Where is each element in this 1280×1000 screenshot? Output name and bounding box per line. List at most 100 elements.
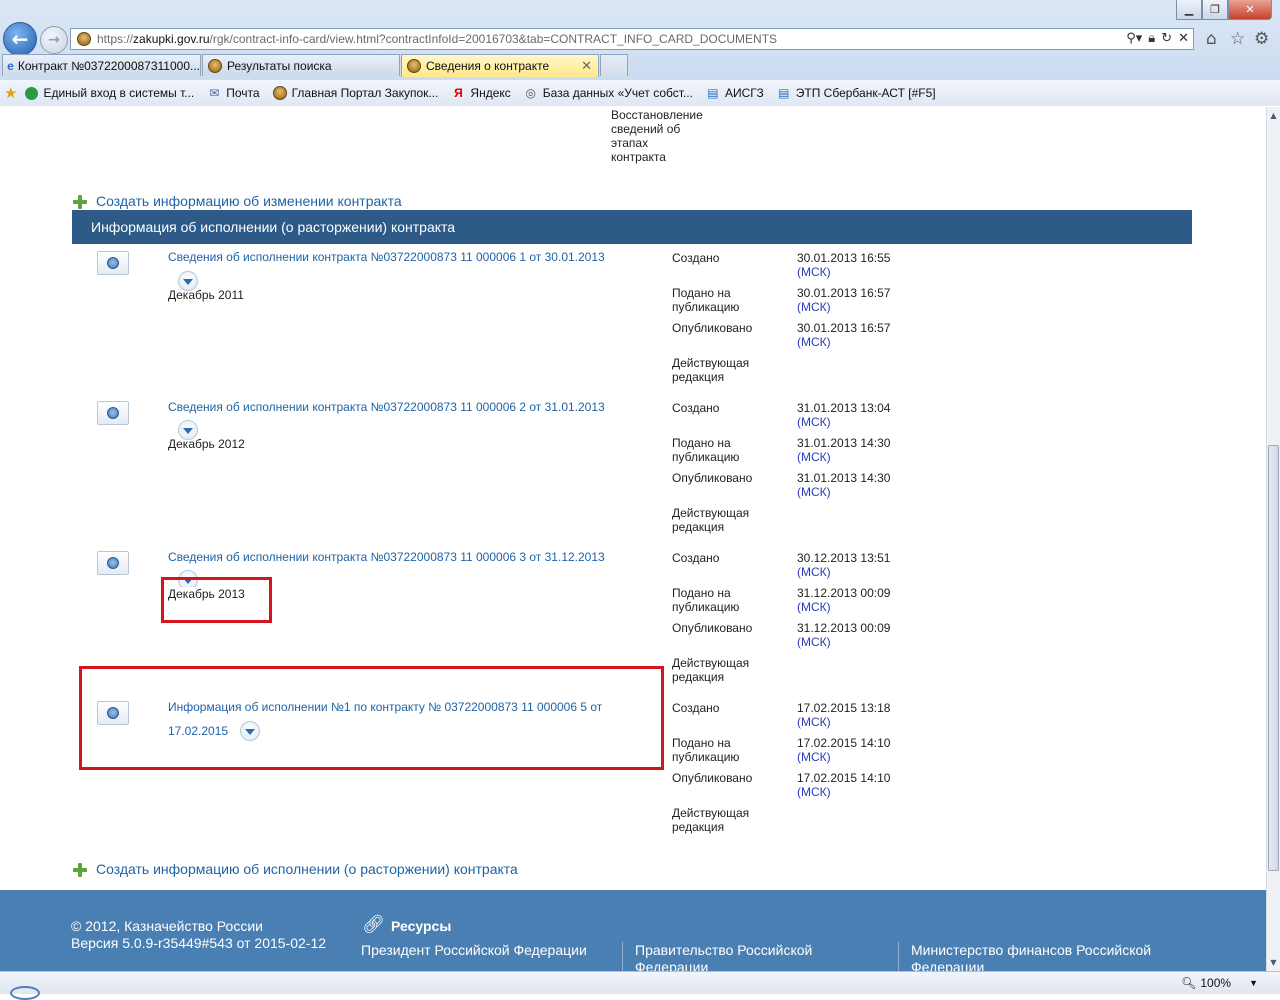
- favorite-item[interactable]: Главная Портал Закупок...: [272, 85, 438, 101]
- page-footer: © 2012, Казначейство России Версия 5.0.9…: [0, 890, 1266, 971]
- stop-icon[interactable]: ✕: [1178, 31, 1189, 46]
- record-link[interactable]: Сведения об исполнении контракта №037220…: [168, 400, 605, 414]
- vertical-scrollbar[interactable]: ▲ ▼: [1266, 107, 1280, 971]
- sberbank-icon: [23, 85, 39, 101]
- highlight-box: [161, 577, 272, 623]
- maximize-button[interactable]: ❐: [1202, 0, 1228, 20]
- footer-divider: [622, 942, 623, 971]
- status-published-label: Опубликовано: [672, 321, 753, 335]
- zoom-control[interactable]: 🔍︎ 100% ▼: [1181, 976, 1258, 990]
- address-bar[interactable]: https://zakupki.gov.ru/rgk/contract-info…: [70, 28, 1194, 50]
- site-emblem-icon: [207, 58, 223, 74]
- close-tab-icon[interactable]: ✕: [581, 58, 592, 74]
- status-submitted-label: Подано на публикацию: [672, 436, 740, 464]
- version-text: Версия 5.0.9-r35449#543 от 2015-02-12: [71, 935, 327, 951]
- page-icon: ▤: [778, 86, 790, 100]
- link-chain-icon: 🔗︎: [362, 914, 385, 935]
- scroll-up-arrow-icon[interactable]: ▲: [1267, 109, 1280, 122]
- footer-link-president[interactable]: Президент Российской Федерации: [361, 942, 587, 959]
- highlight-box: [79, 666, 664, 770]
- status-current-label: Действующая редакция: [672, 806, 750, 834]
- record-link[interactable]: Сведения об исполнении контракта №037220…: [168, 550, 605, 564]
- scroll-down-arrow-icon[interactable]: ▼: [1267, 956, 1280, 969]
- zoom-icon: 🔍︎: [1181, 976, 1197, 990]
- footer-divider: [898, 942, 899, 971]
- favorite-item[interactable]: Я Яндекс: [450, 85, 511, 101]
- published-date: 31.01.2013 14:30 (МСК): [797, 471, 891, 499]
- create-execution-link[interactable]: Создать информацию об исполнении (о раст…: [96, 861, 518, 877]
- address-text[interactable]: https://zakupki.gov.ru/rgk/contract-info…: [97, 32, 777, 46]
- refresh-icon[interactable]: ↻: [1161, 31, 1172, 46]
- status-published-label: Опубликовано: [672, 471, 753, 485]
- database-icon: ◎: [525, 86, 537, 100]
- submitted-date: 31.01.2013 14:30 (МСК): [797, 436, 891, 464]
- created-date: 31.01.2013 13:04 (МСК): [797, 401, 891, 429]
- certificate-icon[interactable]: [97, 251, 129, 275]
- created-date: 30.12.2013 13:51 (МСК): [797, 551, 891, 579]
- status-submitted-label: Подано на публикацию: [672, 286, 740, 314]
- search-dropdown-icon[interactable]: ⚲▾: [1126, 31, 1142, 46]
- page-icon: ▤: [707, 86, 719, 100]
- certificate-icon[interactable]: [97, 551, 129, 575]
- tab-contract[interactable]: e Контракт №0372200087311000...: [2, 54, 201, 76]
- tab-contract-info[interactable]: Сведения о контракте ✕: [401, 54, 599, 77]
- plus-icon: [73, 863, 87, 877]
- favorite-item[interactable]: Единый вход в системы т...: [23, 85, 194, 101]
- tab-search-results[interactable]: Результаты поиска: [202, 54, 400, 76]
- back-button[interactable]: ←: [3, 22, 37, 56]
- site-emblem-icon: [77, 32, 91, 46]
- create-change-link[interactable]: Создать информацию об изменении контракт…: [96, 193, 402, 209]
- certificate-icon[interactable]: [97, 401, 129, 425]
- restore-stages-text: Восстановление сведений об этапах контра…: [611, 108, 703, 164]
- yandex-icon: Я: [454, 86, 463, 100]
- record-period: Декабрь 2011: [168, 288, 244, 302]
- favorites-star-icon[interactable]: ☆: [1230, 29, 1245, 49]
- favorite-item[interactable]: ▤ ЭТП Сбербанк-АСТ [#F5]: [776, 85, 936, 101]
- minimize-button[interactable]: ▁: [1176, 0, 1202, 20]
- published-date: 17.02.2015 14:10 (МСК): [797, 771, 891, 799]
- section-header: Информация об исполнении (о расторжении)…: [72, 210, 1192, 244]
- tools-gear-icon[interactable]: ⚙: [1254, 29, 1269, 49]
- lock-icon[interactable]: 🔒︎: [1148, 31, 1155, 46]
- record-period: Декабрь 2012: [168, 437, 245, 451]
- record-link[interactable]: Сведения об исполнении контракта №037220…: [168, 250, 605, 264]
- plus-icon: [73, 195, 87, 209]
- close-window-button[interactable]: ✕: [1228, 0, 1272, 20]
- footer-link-government[interactable]: Правительство Российской Федерации: [635, 942, 812, 971]
- ie-page-icon: e: [7, 58, 14, 73]
- section-title: Информация об исполнении (о расторжении)…: [91, 219, 456, 235]
- created-date: 17.02.2015 13:18 (МСК): [797, 701, 891, 729]
- created-date: 30.01.2013 16:55 (МСК): [797, 251, 891, 279]
- favorites-bar: ★ Единый вход в системы т... ✉ Почта Гла…: [0, 80, 1280, 106]
- forward-button[interactable]: →: [40, 26, 68, 54]
- status-submitted-label: Подано на публикацию: [672, 736, 740, 764]
- favorites-star-icon[interactable]: ★: [4, 84, 17, 102]
- home-icon[interactable]: ⌂: [1206, 29, 1217, 49]
- submitted-date: 30.01.2013 16:57 (МСК): [797, 286, 891, 314]
- status-bar: 🔍︎ 100% ▼: [0, 971, 1280, 1000]
- status-created-label: Создано: [672, 701, 720, 715]
- status-current-label: Действующая редакция: [672, 356, 750, 384]
- favorite-item[interactable]: ◎ База данных «Учет собст...: [523, 85, 693, 101]
- footer-link-minfin[interactable]: Министерство финансов Российской Федераци…: [911, 942, 1151, 971]
- status-published-label: Опубликовано: [672, 621, 753, 635]
- zoom-dropdown-icon[interactable]: ▼: [1249, 978, 1258, 988]
- copyright-text: © 2012, Казначейство России: [71, 918, 263, 934]
- status-published-label: Опубликовано: [672, 771, 753, 785]
- favorite-item[interactable]: ▤ АИСГЗ: [705, 85, 763, 101]
- status-current-label: Действующая редакция: [672, 656, 750, 684]
- status-submitted-label: Подано на публикацию: [672, 586, 740, 614]
- submitted-date: 17.02.2015 14:10 (МСК): [797, 736, 891, 764]
- zoom-level: 100%: [1200, 976, 1232, 990]
- favorite-item[interactable]: ✉ Почта: [206, 85, 259, 101]
- published-date: 31.12.2013 00:09 (МСК): [797, 621, 891, 649]
- page-content: Восстановление сведений об этапах контра…: [0, 107, 1266, 971]
- status-created-label: Создано: [672, 401, 720, 415]
- status-created-label: Создано: [672, 551, 720, 565]
- status-created-label: Создано: [672, 251, 720, 265]
- site-emblem-icon: [406, 58, 422, 74]
- ie-logo-icon: [10, 986, 40, 1000]
- new-tab-button[interactable]: [600, 54, 628, 76]
- mail-icon: ✉: [209, 86, 220, 100]
- scrollbar-thumb[interactable]: [1268, 445, 1279, 871]
